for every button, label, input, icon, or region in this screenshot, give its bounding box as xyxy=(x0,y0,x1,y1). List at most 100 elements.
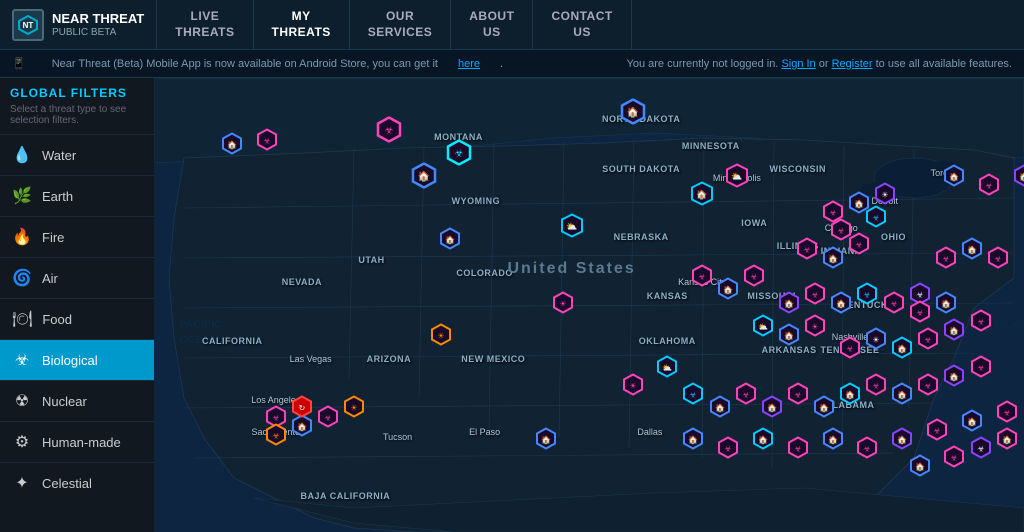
register-link[interactable]: Register xyxy=(832,58,873,70)
marker-56[interactable]: 🏠 xyxy=(961,410,983,437)
marker-28[interactable]: ☀ xyxy=(804,314,826,341)
marker-sw-5[interactable]: ☣ xyxy=(317,405,339,432)
marker-12[interactable]: ☀ xyxy=(874,183,896,210)
marker-13[interactable]: ☣ xyxy=(796,237,818,264)
marker-tor-2[interactable]: ☣ xyxy=(978,173,1000,200)
marker-46[interactable]: 🏠 xyxy=(943,364,965,391)
marker-43[interactable]: ☣ xyxy=(865,373,887,400)
marker-2[interactable]: 🏠 xyxy=(411,162,437,193)
nav-live-threats[interactable]: LIVE THREATS xyxy=(157,0,253,49)
marker-54[interactable]: 🏠 xyxy=(891,428,913,455)
celestial-icon: ✦ xyxy=(12,473,32,493)
marker-42[interactable]: 🏠 xyxy=(839,382,861,409)
sidebar-item-human-made[interactable]: ⚙ Human-made xyxy=(0,421,154,462)
marker-5[interactable]: 🏠 xyxy=(690,182,714,211)
marker-m-2[interactable]: ☀ xyxy=(552,292,574,319)
nav-my-threats[interactable]: MY THREATS xyxy=(254,0,350,49)
marker-fl-4[interactable]: 🏠 xyxy=(996,428,1018,455)
marker-17[interactable]: ☣ xyxy=(691,264,713,291)
air-icon: 🌀 xyxy=(12,268,32,288)
marker-32[interactable]: ☣ xyxy=(917,328,939,355)
sidebar-item-food[interactable]: 🍽 Food xyxy=(0,298,154,339)
notif-link[interactable]: here xyxy=(458,58,480,70)
nav-contact-us[interactable]: CONTACT US xyxy=(533,0,631,49)
marker-36[interactable]: ☣ xyxy=(682,382,704,409)
marker-53[interactable]: ☣ xyxy=(856,437,878,464)
sign-in-link[interactable]: Sign In xyxy=(781,58,815,70)
marker-16[interactable]: ☀ xyxy=(430,323,452,350)
logo-area[interactable]: NT NEAR THREAT PUBLIC BETA xyxy=(0,0,157,49)
marker-18[interactable]: 🏠 xyxy=(717,278,739,305)
marker-50[interactable]: 🏠 xyxy=(752,428,774,455)
nav-about-us[interactable]: ABOUT US xyxy=(451,0,533,49)
sidebar-item-air[interactable]: 🌀 Air xyxy=(0,257,154,298)
marker-21[interactable]: ☣ xyxy=(804,282,826,309)
marker-31[interactable]: 🏠 xyxy=(891,337,913,364)
marker-24[interactable]: ☣ xyxy=(883,292,905,319)
sidebar-item-water[interactable]: 💧 Water xyxy=(0,134,154,175)
marker-6[interactable]: ⛅ xyxy=(725,163,749,192)
marker-charlotte-2[interactable]: 🏠 xyxy=(935,292,957,319)
marker-51[interactable]: ☣ xyxy=(787,437,809,464)
svg-text:🏠: 🏠 xyxy=(626,107,638,119)
map[interactable]: PACIFIC OCEAN ATLANTIC MONTANA NORTH DAK… xyxy=(154,78,1024,532)
marker-sw-6[interactable]: ☀ xyxy=(343,396,365,423)
marker-48[interactable]: 🏠 xyxy=(682,428,704,455)
marker-49[interactable]: ☣ xyxy=(717,437,739,464)
marker-15[interactable]: ☣ xyxy=(848,232,870,259)
marker-22[interactable]: 🏠 xyxy=(830,292,852,319)
marker-nw-2[interactable]: ☣ xyxy=(256,128,278,155)
svg-text:☣: ☣ xyxy=(751,272,758,281)
sidebar-item-biological[interactable]: ☣ Biological xyxy=(0,339,154,380)
marker-ph-1[interactable]: ☣ xyxy=(935,246,957,273)
marker-fl-1[interactable]: ☣ xyxy=(943,446,965,473)
marker-40[interactable]: ☣ xyxy=(787,382,809,409)
marker-sw-3[interactable]: ☣ xyxy=(265,423,287,450)
marker-35[interactable]: ☀ xyxy=(622,373,644,400)
marker-nw-1[interactable]: 🏠 xyxy=(221,133,243,160)
sidebar-item-celestial[interactable]: ✦ Celestial xyxy=(0,462,154,503)
marker-m-3[interactable]: ⛅ xyxy=(656,355,678,382)
marker-34[interactable]: ☣ xyxy=(970,310,992,337)
marker-3[interactable]: ☣ xyxy=(446,140,472,171)
marker-55[interactable]: ☣ xyxy=(926,419,948,446)
marker-ph-3[interactable]: ☣ xyxy=(987,246,1009,273)
marker-57[interactable]: ☣ xyxy=(996,400,1018,427)
marker-tor-1[interactable]: 🏠 xyxy=(943,164,965,191)
marker-14[interactable]: 🏠 xyxy=(822,246,844,273)
marker-47[interactable]: ☣ xyxy=(970,355,992,382)
marker-m-1[interactable]: 🏠 xyxy=(439,228,461,255)
marker-23[interactable]: ☣ xyxy=(856,282,878,309)
marker-37[interactable]: 🏠 xyxy=(709,396,731,423)
marker-fl-2[interactable]: 🏠 xyxy=(909,455,931,482)
marker-sw-4[interactable]: ↻ xyxy=(291,396,313,423)
marker-charlotte-1[interactable]: ☣ xyxy=(909,301,931,328)
marker-fl-3[interactable]: ☣ xyxy=(970,437,992,464)
earth-icon: 🌿 xyxy=(12,186,32,206)
marker-45[interactable]: ☣ xyxy=(917,373,939,400)
marker-30[interactable]: ☀ xyxy=(865,328,887,355)
marker-20[interactable]: 🏠 xyxy=(778,292,800,319)
marker-29[interactable]: ☣ xyxy=(839,337,861,364)
marker-38[interactable]: ☣ xyxy=(735,382,757,409)
marker-19[interactable]: ☣ xyxy=(743,264,765,291)
svg-text:☣: ☣ xyxy=(977,318,984,327)
nav-our-services[interactable]: OUR SERVICES xyxy=(350,0,451,49)
marker-44[interactable]: 🏠 xyxy=(891,382,913,409)
marker-39[interactable]: 🏠 xyxy=(761,396,783,423)
sidebar-item-fire[interactable]: 🔥 Fire xyxy=(0,216,154,257)
marker-33[interactable]: 🏠 xyxy=(943,319,965,346)
marker-27[interactable]: 🏠 xyxy=(778,323,800,350)
sidebar-item-earth[interactable]: 🌿 Earth xyxy=(0,175,154,216)
marker-ph-2[interactable]: 🏠 xyxy=(961,237,983,264)
marker-7[interactable]: ⛅ xyxy=(560,213,584,242)
marker-4[interactable]: 🏠 xyxy=(620,99,646,130)
logo-icon: NT xyxy=(12,9,44,41)
sidebar-item-nuclear[interactable]: ☢ Nuclear xyxy=(0,380,154,421)
marker-52[interactable]: 🏠 xyxy=(822,428,844,455)
marker-26[interactable]: ⛅ xyxy=(752,314,774,341)
marker-m-4[interactable]: 🏠 xyxy=(535,428,557,455)
marker-tor-3[interactable]: 🏠 xyxy=(1013,164,1024,191)
marker-1[interactable]: ☣ xyxy=(376,117,402,148)
marker-41[interactable]: 🏠 xyxy=(813,396,835,423)
